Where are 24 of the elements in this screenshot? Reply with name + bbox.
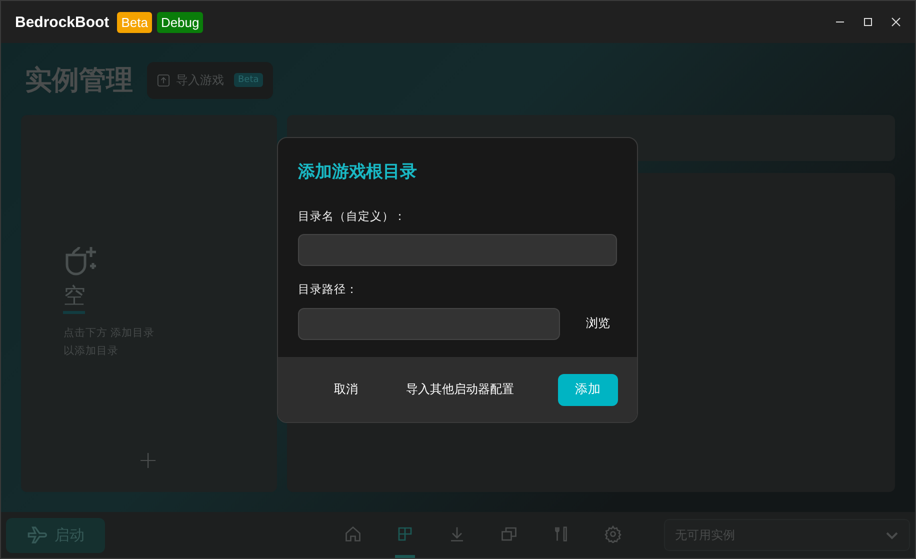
input-field[interactable] bbox=[298, 308, 560, 340]
download-icon bbox=[448, 524, 466, 542]
add-directory-button[interactable]: + bbox=[138, 446, 158, 474]
close-icon[interactable] bbox=[891, 17, 901, 27]
grid-icon bbox=[396, 524, 414, 542]
dialog-button[interactable]: 取消 bbox=[330, 373, 362, 406]
field-label: 目录名（自定义）： bbox=[298, 209, 407, 224]
dialog-button[interactable]: 导入其他启动器配置 bbox=[402, 373, 518, 406]
settings-icon bbox=[604, 524, 622, 542]
input-field[interactable] bbox=[298, 234, 617, 266]
page-title: 实例管理 bbox=[24, 64, 133, 98]
airplane-icon bbox=[26, 525, 46, 545]
tag: Debug bbox=[156, 12, 204, 32]
home-icon bbox=[344, 524, 362, 542]
dialog-title: 添加游戏根目录 bbox=[298, 161, 418, 183]
window-title: BedrockBoot bbox=[15, 14, 110, 30]
field-label: 目录路径： bbox=[298, 282, 359, 297]
maximize-icon[interactable] bbox=[863, 17, 873, 27]
tag: Beta bbox=[117, 12, 152, 32]
browse-button[interactable]: 浏览 bbox=[582, 307, 614, 340]
add-button[interactable]: 添加 bbox=[558, 374, 618, 406]
stacked-windows-icon bbox=[500, 524, 518, 542]
upload-icon bbox=[157, 74, 170, 86]
tools-icon bbox=[552, 524, 570, 542]
